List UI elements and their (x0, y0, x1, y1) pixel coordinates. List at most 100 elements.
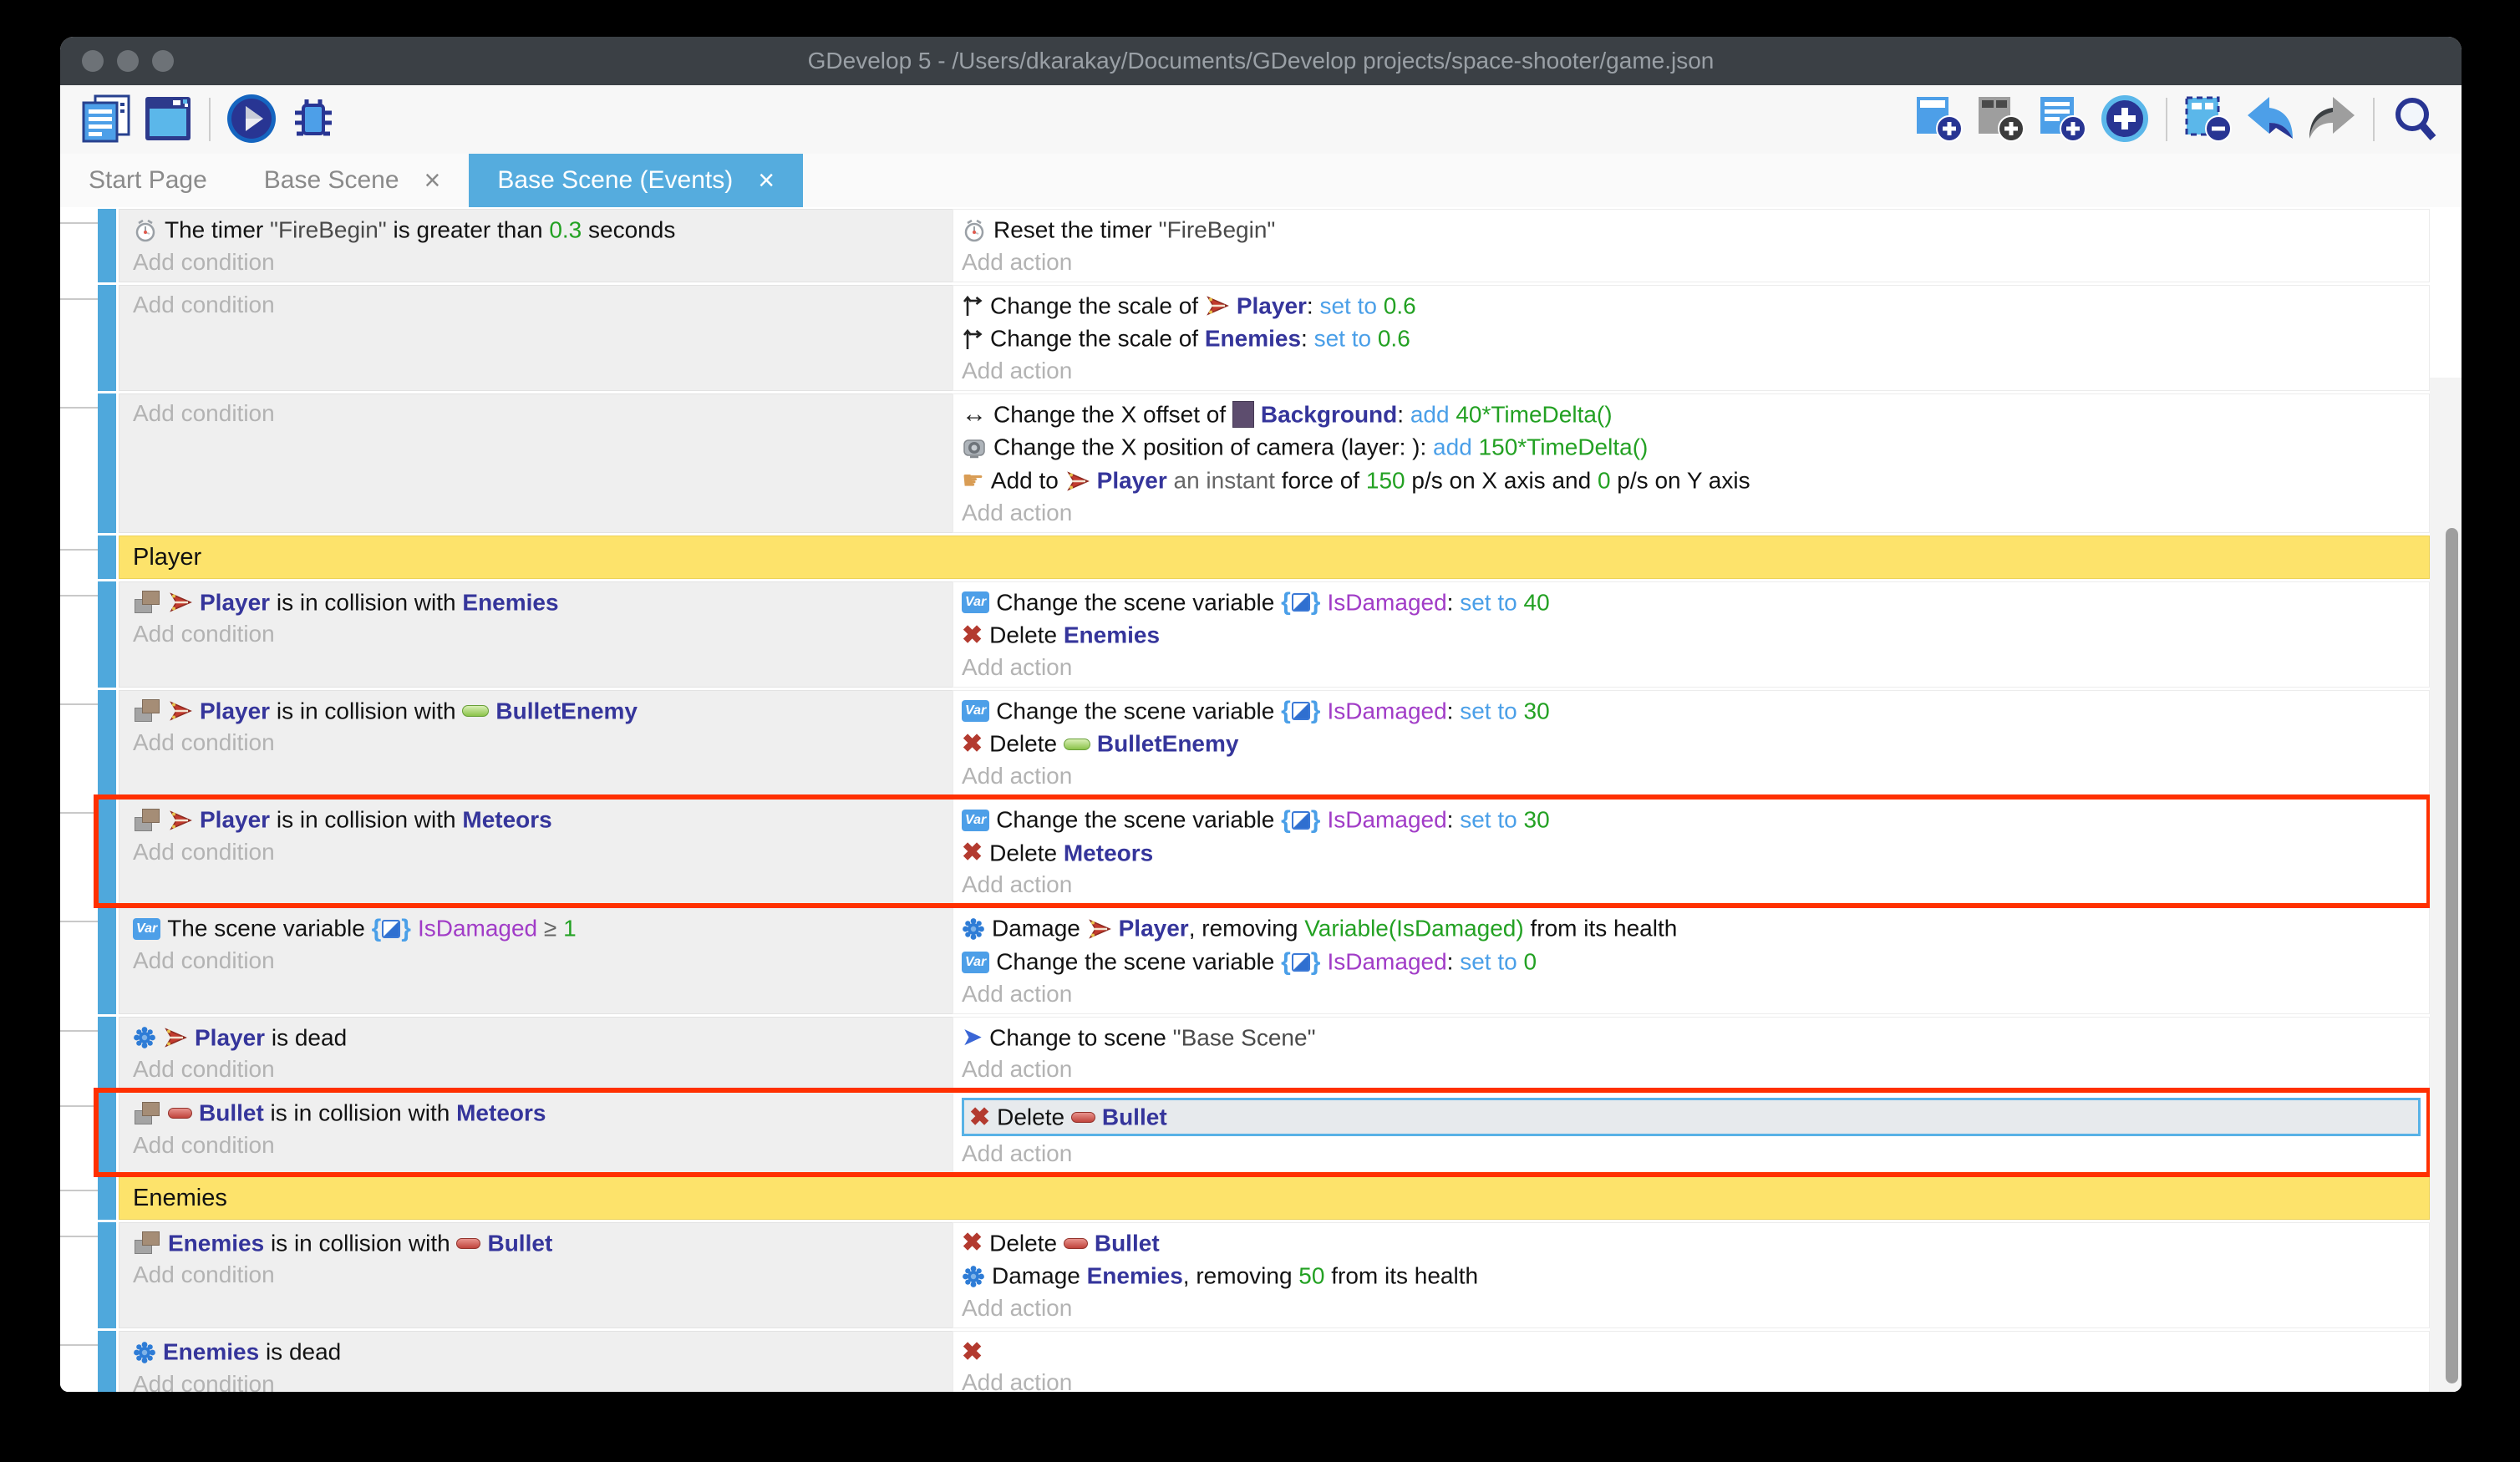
add-condition-button[interactable]: Add condition (133, 945, 953, 977)
search-button[interactable] (2385, 89, 2446, 150)
condition-line[interactable]: Player is in collision with BulletEnemy (133, 694, 953, 728)
varbadge-icon: Var (133, 918, 160, 940)
conditions-cell: Add condition (119, 393, 953, 533)
add-condition-button[interactable]: Add condition (133, 618, 953, 650)
condition-line[interactable]: Player is in collision with Enemies (133, 586, 953, 619)
add-action-button[interactable]: Add action (962, 1367, 2429, 1392)
project-manager-button[interactable] (75, 89, 137, 150)
action-line[interactable]: ☛Add to Player an instant force of 150 p… (962, 464, 2429, 497)
event-drag-bar[interactable] (98, 209, 116, 282)
add-condition-button[interactable]: Add condition (133, 836, 953, 868)
add-action-button[interactable]: Add action (962, 1292, 2429, 1324)
event-drag-bar[interactable] (98, 1017, 116, 1090)
event-row[interactable]: Add condition ↔Change the X offset of Bac… (60, 393, 2430, 533)
action-line[interactable]: ✖Delete Meteors (962, 836, 2429, 870)
add-action-button[interactable]: Add action (962, 246, 2429, 278)
action-line[interactable]: Damage Player, removing Variable(IsDamag… (962, 911, 2429, 945)
add-circle-button[interactable] (2094, 89, 2156, 150)
add-condition-button[interactable]: Add condition (133, 398, 953, 429)
debug-button[interactable] (282, 89, 344, 150)
event-drag-bar[interactable] (98, 690, 116, 796)
condition-line[interactable]: Player is in collision with Meteors (133, 803, 953, 836)
event-drag-bar[interactable] (98, 285, 116, 391)
scrollbar-thumb[interactable] (2446, 528, 2458, 1383)
action-line[interactable]: Reset the timer "FireBegin" (962, 213, 2429, 246)
event-row[interactable]: Add condition Change the scale of Player:… (60, 285, 2430, 391)
event-drag-bar[interactable] (98, 536, 116, 579)
condition-line[interactable]: Enemies is dead (133, 1335, 953, 1368)
event-row[interactable]: Player is in collision with MeteorsAdd c… (60, 799, 2430, 905)
group-header-label[interactable]: Player (119, 536, 2430, 579)
event-row[interactable]: Enemies is deadAdd condition ✖Add action (60, 1331, 2430, 1392)
event-drag-bar[interactable] (98, 1222, 116, 1328)
preview-button[interactable] (221, 89, 282, 150)
event-row[interactable]: Bullet is in collision with MeteorsAdd c… (60, 1092, 2430, 1174)
add-condition-button[interactable]: Add condition (133, 727, 953, 759)
event-drag-bar[interactable] (98, 1176, 116, 1220)
add-condition-button[interactable]: Add condition (133, 1053, 953, 1085)
add-condition-button[interactable]: Add condition (133, 246, 953, 278)
event-drag-bar[interactable] (98, 1331, 116, 1392)
condition-line[interactable]: Bullet is in collision with Meteors (133, 1096, 953, 1129)
event-drag-bar[interactable] (98, 907, 116, 1013)
action-line[interactable]: Damage Enemies, removing 50 from its hea… (962, 1259, 2429, 1292)
remove-event-button[interactable] (2177, 89, 2239, 150)
close-icon[interactable]: × (424, 166, 441, 195)
event-group-row[interactable]: Enemies (60, 1176, 2430, 1220)
action-line[interactable]: VarChange the scene variable {}IsDamaged… (962, 945, 2429, 978)
action-line[interactable]: Change the scale of Enemies: set to 0.6 (962, 322, 2429, 355)
add-action-button[interactable]: Add action (962, 978, 2429, 1010)
add-action-button[interactable]: Add action (962, 497, 2429, 529)
add-action-button[interactable]: Add action (962, 869, 2429, 901)
close-icon[interactable]: × (758, 166, 775, 195)
event-row[interactable]: Player is in collision with BulletEnemyA… (60, 690, 2430, 796)
event-drag-bar[interactable] (98, 393, 116, 533)
event-row[interactable]: VarThe scene variable {}IsDamaged ≥ 1Add… (60, 907, 2430, 1013)
add-event-button[interactable] (1908, 89, 1970, 150)
add-action-button[interactable]: Add action (962, 355, 2429, 387)
event-drag-bar[interactable] (98, 1092, 116, 1174)
event-group-row[interactable]: Player (60, 536, 2430, 579)
action-line[interactable]: VarChange the scene variable {}IsDamaged… (962, 586, 2429, 619)
add-action-button[interactable]: Add action (962, 760, 2429, 792)
vertical-scrollbar[interactable] (2430, 378, 2462, 1392)
event-drag-bar[interactable] (98, 799, 116, 905)
group-header-label[interactable]: Enemies (119, 1176, 2430, 1220)
scene-editor-button[interactable] (137, 89, 199, 150)
action-line[interactable]: ➤Change to scene "Base Scene" (962, 1021, 2429, 1054)
event-row[interactable]: Player is deadAdd condition ➤Change to sc… (60, 1017, 2430, 1090)
tab-base-scene-events[interactable]: Base Scene (Events) × (469, 154, 803, 207)
condition-line[interactable]: Player is dead (133, 1021, 953, 1054)
event-row[interactable]: Enemies is in collision with BulletAdd c… (60, 1222, 2430, 1328)
action-line[interactable]: Change the X position of camera (layer: … (962, 430, 2429, 464)
action-line[interactable]: ✖ (962, 1335, 2429, 1367)
action-line[interactable]: ✖Delete Enemies (962, 618, 2429, 652)
event-row[interactable]: The timer "FireBegin" is greater than 0.… (60, 209, 2430, 282)
redo-button[interactable] (2301, 89, 2363, 150)
add-condition-button[interactable]: Add condition (133, 1129, 953, 1161)
action-line[interactable]: ✖Delete BulletEnemy (962, 727, 2429, 760)
add-action-button[interactable]: Add action (962, 652, 2429, 683)
tab-base-scene[interactable]: Base Scene × (236, 154, 470, 207)
action-line-selected[interactable]: ✖Delete Bullet (962, 1098, 2421, 1136)
add-condition-button[interactable]: Add condition (133, 1368, 953, 1392)
condition-line[interactable]: The timer "FireBegin" is greater than 0.… (133, 213, 953, 246)
add-condition-button[interactable]: Add condition (133, 1259, 953, 1291)
add-comment-button[interactable] (2032, 89, 2094, 150)
action-line[interactable]: VarChange the scene variable {}IsDamaged… (962, 694, 2429, 728)
event-drag-bar[interactable] (98, 581, 116, 688)
condition-line[interactable]: VarThe scene variable {}IsDamaged ≥ 1 (133, 911, 953, 945)
tab-start-page[interactable]: Start Page (60, 154, 236, 207)
add-condition-button[interactable]: Add condition (133, 289, 953, 321)
undo-button[interactable] (2239, 89, 2301, 150)
action-line[interactable]: Change the scale of Player: set to 0.6 (962, 289, 2429, 322)
action-line[interactable]: VarChange the scene variable {}IsDamaged… (962, 803, 2429, 836)
action-line[interactable]: ✖Delete Bullet (962, 1226, 2429, 1260)
add-action-button[interactable]: Add action (962, 1053, 2429, 1085)
condition-line[interactable]: Enemies is in collision with Bullet (133, 1226, 953, 1260)
add-subevent-button[interactable] (1970, 89, 2032, 150)
titlebar[interactable]: GDevelop 5 - /Users/dkarakay/Documents/G… (60, 37, 2462, 85)
event-row[interactable]: Player is in collision with EnemiesAdd c… (60, 581, 2430, 688)
add-action-button[interactable]: Add action (962, 1138, 2429, 1170)
action-line[interactable]: ↔Change the X offset of Background: add … (962, 398, 2429, 431)
